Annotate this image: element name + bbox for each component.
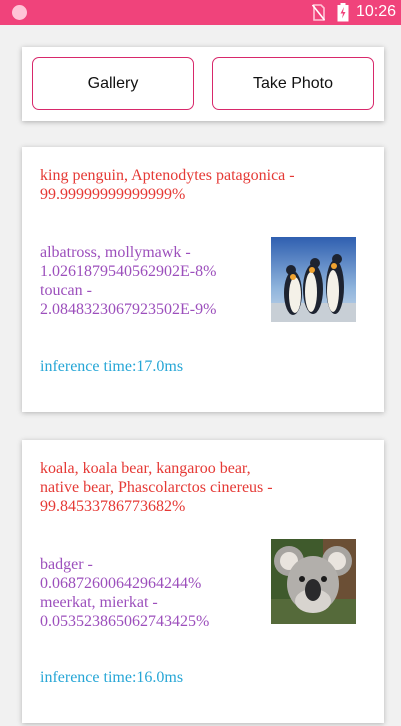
status-clock: 10:26	[356, 3, 397, 20]
king-penguins-image	[271, 237, 356, 322]
battery-charging-icon	[337, 3, 349, 22]
top-result-text: koala, koala bear, kangaroo bear, native…	[40, 460, 273, 515]
gallery-button[interactable]: Gallery	[32, 57, 194, 110]
inference-time-text: inference time:16.0ms	[40, 669, 184, 686]
action-card: Gallery Take Photo	[22, 47, 384, 121]
no-sim-icon	[312, 4, 325, 21]
result-card: koala, koala bear, kangaroo bear, native…	[22, 440, 384, 723]
other-results-text: albatross, mollymawk - 1.026187954056290…	[40, 244, 217, 318]
status-bar: 10:26	[0, 0, 401, 25]
top-result-text: king penguin, Aptenodytes patagonica - 9…	[40, 167, 295, 203]
koala-image	[271, 539, 356, 624]
take-photo-button[interactable]: Take Photo	[212, 57, 374, 110]
notification-dot-icon	[12, 5, 27, 20]
other-results-text: badger - 0.06872600642964244% meerkat, m…	[40, 556, 210, 630]
inference-time-text: inference time:17.0ms	[40, 358, 184, 375]
result-card: king penguin, Aptenodytes patagonica - 9…	[22, 147, 384, 412]
